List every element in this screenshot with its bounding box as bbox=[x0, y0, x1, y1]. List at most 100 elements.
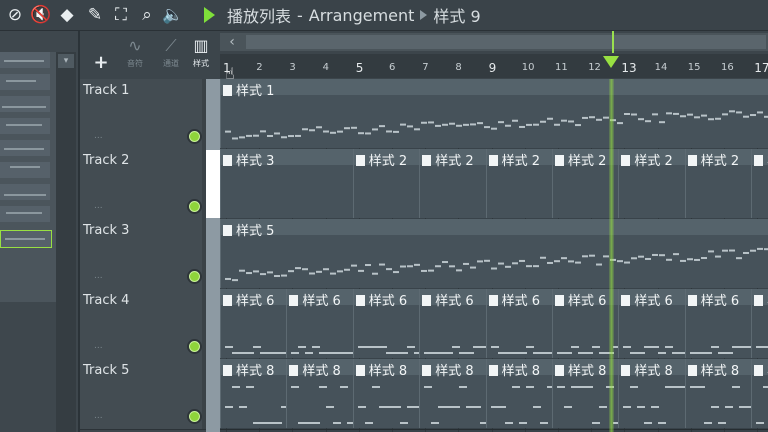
mute-speaker-icon[interactable]: 🔇 bbox=[30, 4, 52, 26]
clip-title-bar[interactable]: 样式 8 bbox=[420, 359, 487, 379]
track-header[interactable]: Track 4... bbox=[80, 289, 206, 360]
track-header[interactable]: Track 3... bbox=[80, 219, 206, 290]
playback-icon[interactable]: 🔈 bbox=[162, 4, 184, 26]
tool-audio[interactable]: ∿ 音符 bbox=[120, 34, 150, 76]
thumbnail-selected[interactable] bbox=[0, 230, 52, 248]
track-options[interactable]: ... bbox=[94, 271, 103, 281]
track-header[interactable]: Track 5... bbox=[80, 359, 206, 430]
track-name[interactable]: Track 4 bbox=[83, 293, 129, 308]
track-options[interactable]: ... bbox=[94, 131, 103, 141]
track-mute-led[interactable] bbox=[189, 341, 200, 352]
clip-title-bar[interactable]: 样式 6 bbox=[752, 289, 768, 309]
clip-title-bar[interactable]: 样式 2 bbox=[752, 149, 768, 169]
pattern-clip[interactable]: 样式 2 bbox=[751, 149, 768, 218]
scroll-thumb[interactable] bbox=[246, 35, 766, 49]
pattern-clip[interactable]: 样式 6 bbox=[286, 289, 354, 358]
pattern-clip[interactable]: 样式 6 bbox=[618, 289, 686, 358]
pattern-clip[interactable]: 样式 8 bbox=[485, 359, 553, 428]
zoom-icon[interactable]: ⌕ bbox=[136, 4, 158, 26]
thumbnail[interactable] bbox=[0, 52, 50, 68]
clip-title-bar[interactable]: 样式 8 bbox=[752, 359, 768, 379]
pattern-clip[interactable]: 样式 2 bbox=[485, 149, 553, 218]
clip-title-bar[interactable]: 样式 6 bbox=[486, 289, 553, 309]
scroll-left-icon[interactable]: ‹ bbox=[222, 33, 242, 51]
thumbnail[interactable] bbox=[0, 74, 50, 90]
track-name[interactable]: Track 2 bbox=[83, 153, 129, 168]
pattern-clip[interactable]: 样式 2 bbox=[618, 149, 686, 218]
clip-title-bar[interactable]: 样式 6 bbox=[619, 289, 686, 309]
track-header[interactable]: Track 2... bbox=[80, 149, 206, 220]
track-lane[interactable]: 样式 6样式 6样式 6样式 6样式 6样式 6样式 6样式 6样式 6 bbox=[220, 289, 768, 360]
tool-automation[interactable]: ⟋ 通道 bbox=[156, 34, 186, 76]
clip-title-bar[interactable]: 样式 8 bbox=[685, 359, 753, 379]
pattern-clip[interactable]: 样式 6 bbox=[485, 289, 553, 358]
clip-title-bar[interactable]: 样式 2 bbox=[619, 149, 686, 169]
playlist-grid[interactable]: 样式 1 样式 3 样式 2 样式 2 样式 2 样式 2 样式 2 样式 2 样式 2 样式 5… bbox=[220, 79, 768, 432]
clip-title-bar[interactable]: 样式 2 bbox=[486, 149, 553, 169]
clip-title-bar[interactable]: 样式 6 bbox=[685, 289, 753, 309]
clip-title-bar[interactable]: 样式 8 bbox=[619, 359, 686, 379]
clip-title-bar[interactable]: 样式 8 bbox=[287, 359, 354, 379]
track-lane[interactable]: 样式 8样式 8样式 8样式 8样式 8样式 8样式 8样式 8样式 8 bbox=[220, 359, 768, 430]
tool-pattern[interactable]: ▥ 样式 bbox=[186, 34, 216, 76]
left-scrollbar[interactable]: ▾ bbox=[56, 52, 76, 432]
pattern-clip[interactable]: 样式 1 bbox=[220, 79, 768, 148]
pattern-clip[interactable]: 样式 8 bbox=[751, 359, 768, 428]
thumbnail[interactable] bbox=[0, 184, 50, 200]
track-options[interactable]: ... bbox=[94, 341, 103, 351]
track-header[interactable]: Track 1... bbox=[80, 79, 206, 150]
timeline-ruler[interactable]: 1 2 3 4 5 6 7 8 9 10 11 12 13 14 15 16 17 bbox=[220, 54, 768, 78]
track-name[interactable]: Track 5 bbox=[83, 363, 129, 378]
thumbnail[interactable] bbox=[0, 162, 50, 178]
pattern-clip[interactable]: 样式 8 bbox=[352, 359, 421, 428]
track-mute-led[interactable] bbox=[189, 201, 200, 212]
pattern-clip[interactable]: 样式 6 bbox=[684, 289, 753, 358]
clip-title-bar[interactable]: 样式 8 bbox=[221, 359, 288, 379]
track-options[interactable]: ... bbox=[94, 411, 103, 421]
pattern-clip[interactable]: 样式 2 bbox=[352, 149, 421, 218]
paint-brush-icon[interactable]: ✎ bbox=[84, 4, 106, 26]
pattern-clip[interactable]: 样式 2 bbox=[684, 149, 753, 218]
track-name[interactable]: Track 1 bbox=[83, 83, 129, 98]
pattern-clip[interactable]: 样式 8 bbox=[684, 359, 753, 428]
scroll-menu-icon[interactable]: ▾ bbox=[58, 54, 74, 68]
add-track-button[interactable]: + bbox=[86, 50, 116, 76]
slip-icon[interactable]: ◆ bbox=[56, 4, 78, 26]
clip-title-bar[interactable]: 样式 6 bbox=[221, 289, 288, 309]
clip-title-bar[interactable]: 样式 2 bbox=[685, 149, 753, 169]
no-entry-icon[interactable]: ⊘ bbox=[4, 4, 26, 26]
pattern-clip[interactable]: 样式 8 bbox=[419, 359, 487, 428]
track-options[interactable]: ... bbox=[94, 201, 103, 211]
clip-title-bar[interactable]: 样式 8 bbox=[353, 359, 421, 379]
thumbnail[interactable] bbox=[0, 118, 50, 134]
track-mute-led[interactable] bbox=[189, 271, 200, 282]
clip-title-bar[interactable]: 样式 6 bbox=[353, 289, 421, 309]
track-lane[interactable]: 样式 3 样式 2 样式 2 样式 2 样式 2 样式 2 样式 2 样式 2 bbox=[220, 149, 768, 220]
clip-title-bar[interactable]: 样式 3 bbox=[221, 149, 354, 169]
clip-title-bar[interactable]: 样式 6 bbox=[420, 289, 487, 309]
pattern-clip[interactable]: 样式 8 bbox=[220, 359, 288, 428]
pattern-clip[interactable]: 样式 6 bbox=[419, 289, 487, 358]
clip-title-bar[interactable]: 样式 2 bbox=[353, 149, 421, 169]
clip-title-bar[interactable]: 样式 5 bbox=[221, 219, 768, 239]
fullscreen-icon[interactable]: ⛶ bbox=[110, 4, 132, 26]
pattern-clip[interactable]: 样式 5 bbox=[220, 219, 768, 288]
pattern-clip[interactable]: 样式 8 bbox=[618, 359, 686, 428]
thumbnail[interactable] bbox=[0, 96, 50, 112]
pattern-thumbnails[interactable] bbox=[0, 52, 56, 302]
pattern-clip[interactable]: 样式 6 bbox=[220, 289, 288, 358]
clip-title-bar[interactable]: 样式 2 bbox=[420, 149, 487, 169]
clip-title-bar[interactable]: 样式 8 bbox=[486, 359, 553, 379]
thumbnail[interactable] bbox=[0, 140, 50, 156]
play-icon[interactable] bbox=[204, 7, 215, 23]
title-pattern[interactable]: 样式 9 bbox=[433, 3, 480, 27]
thumbnail[interactable] bbox=[0, 206, 50, 222]
pattern-clip[interactable]: 样式 3 bbox=[220, 149, 354, 218]
pattern-clip[interactable]: 样式 2 bbox=[419, 149, 487, 218]
pattern-clip[interactable]: 样式 6 bbox=[751, 289, 768, 358]
track-name[interactable]: Track 3 bbox=[83, 223, 129, 238]
track-lane[interactable]: 样式 5 bbox=[220, 219, 768, 290]
track-mute-led[interactable] bbox=[189, 131, 200, 142]
track-lane[interactable]: 样式 1 bbox=[220, 79, 768, 150]
track-mute-led[interactable] bbox=[189, 411, 200, 422]
